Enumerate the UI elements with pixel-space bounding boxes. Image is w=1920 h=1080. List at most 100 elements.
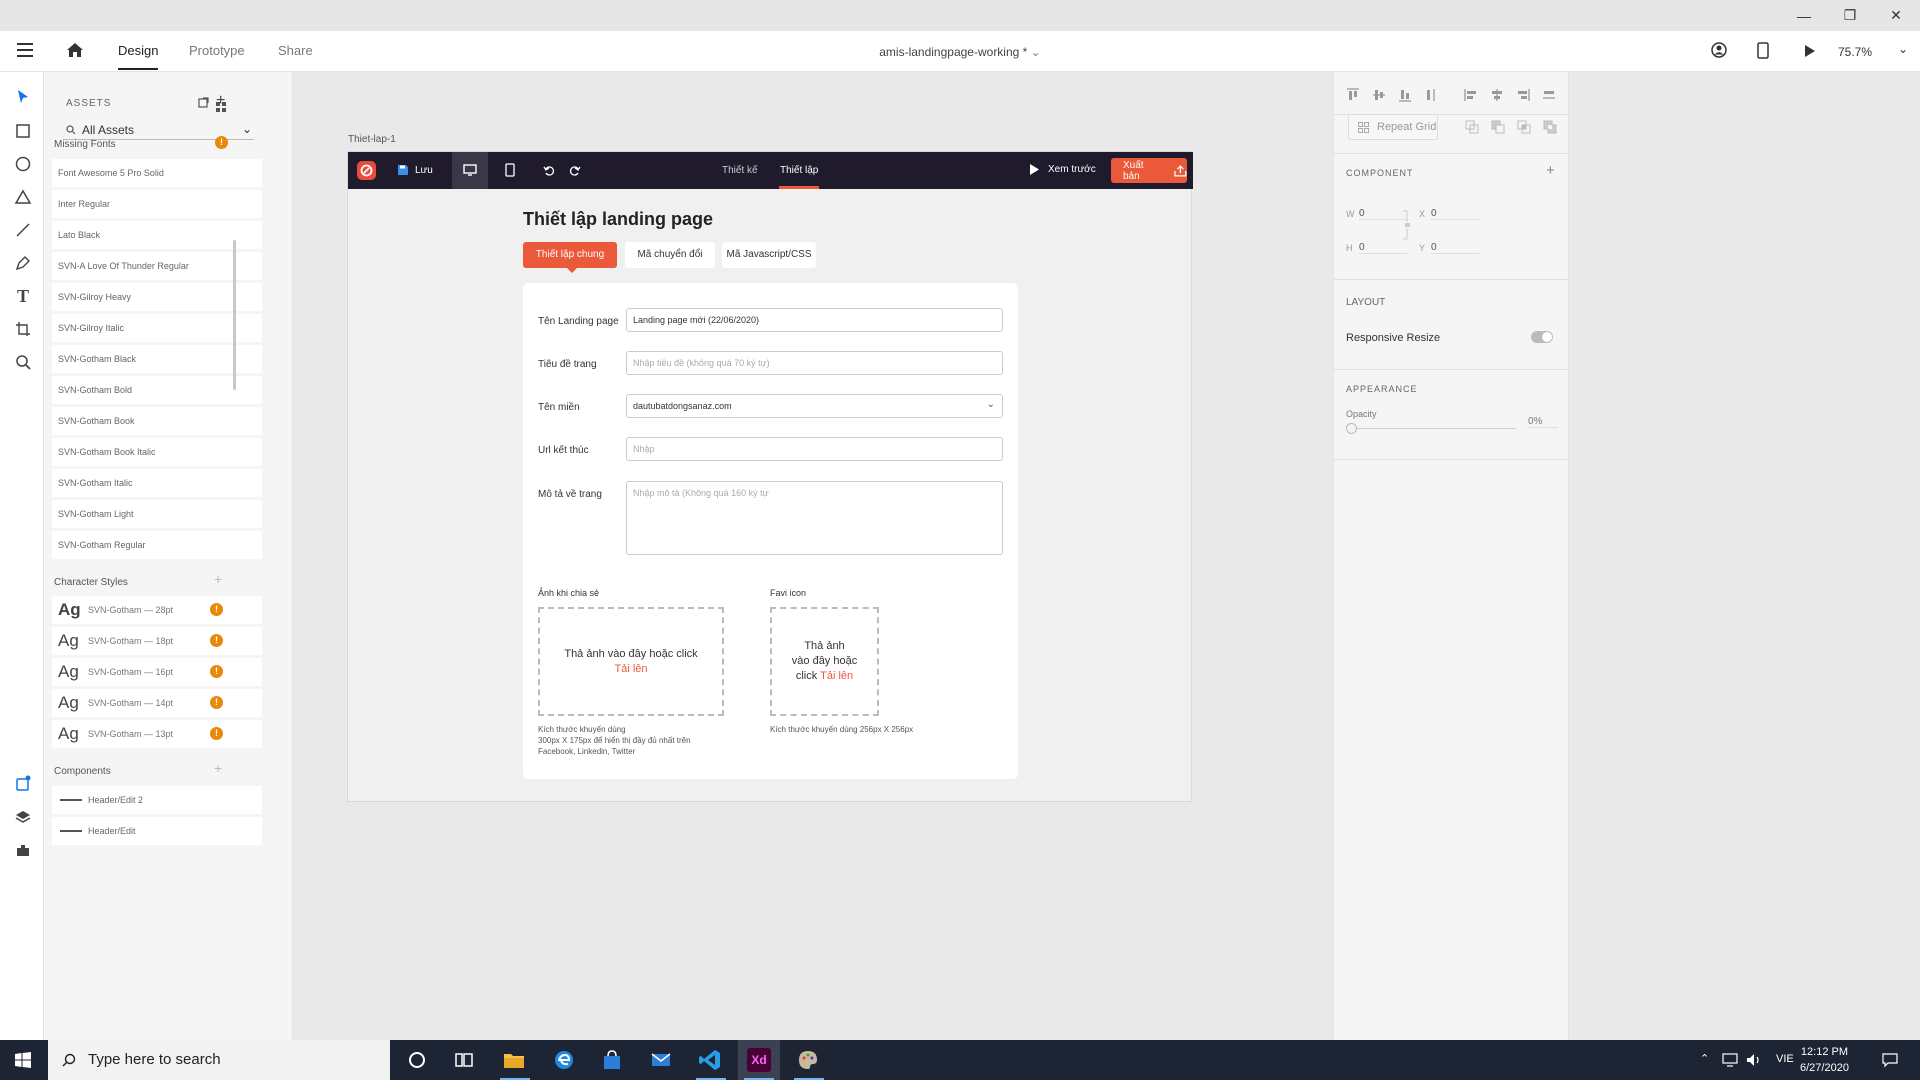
volume-icon[interactable] bbox=[1746, 1053, 1762, 1067]
chevron-down-icon[interactable]: ⌄ bbox=[1031, 45, 1041, 59]
mobile-preview-icon[interactable] bbox=[1757, 42, 1769, 59]
task-view-icon[interactable] bbox=[452, 1048, 476, 1072]
repeat-grid-button[interactable]: Repeat Grid bbox=[1348, 114, 1438, 140]
font-item[interactable]: SVN-Gotham Book Italic bbox=[52, 438, 262, 466]
mobile-view-icon[interactable] bbox=[505, 163, 515, 177]
home-icon[interactable] bbox=[66, 42, 84, 58]
opacity-slider-handle[interactable] bbox=[1346, 423, 1357, 434]
page-title-input[interactable]: Nhập tiêu đề (không quá 70 ký tự) bbox=[626, 351, 1003, 375]
font-item[interactable]: SVN-A Love Of Thunder Regular bbox=[52, 252, 262, 280]
edge-icon[interactable] bbox=[552, 1048, 576, 1072]
font-item[interactable]: SVN-Gotham Book bbox=[52, 407, 262, 435]
adobe-xd-taskbar-item[interactable]: Xd bbox=[738, 1040, 780, 1080]
align-bottom-icon[interactable] bbox=[1398, 88, 1412, 102]
user-icon[interactable] bbox=[1711, 42, 1727, 58]
store-icon[interactable] bbox=[600, 1048, 624, 1072]
windows-start-icon[interactable] bbox=[15, 1052, 31, 1068]
boolean-intersect-icon[interactable] bbox=[1517, 120, 1531, 134]
character-style-item[interactable]: Ag SVN-Gotham — 14pt ! bbox=[52, 689, 262, 717]
play-icon[interactable] bbox=[1804, 44, 1816, 58]
plugins-panel-icon[interactable] bbox=[14, 841, 32, 859]
network-icon[interactable] bbox=[1722, 1053, 1738, 1067]
height-input[interactable]: 0 bbox=[1359, 242, 1407, 254]
zoom-chevron-icon[interactable]: ⌄ bbox=[1898, 42, 1908, 56]
opacity-input[interactable]: 0% bbox=[1528, 416, 1558, 428]
font-item[interactable]: SVN-Gotham Italic bbox=[52, 469, 262, 497]
font-item[interactable]: SVN-Gotham Light bbox=[52, 500, 262, 528]
polygon-tool-icon[interactable] bbox=[14, 188, 32, 206]
font-item[interactable]: SVN-Gilroy Heavy bbox=[52, 283, 262, 311]
assets-scrollbar[interactable] bbox=[233, 240, 236, 390]
desktop-view-button[interactable] bbox=[452, 152, 488, 189]
paint-icon[interactable] bbox=[796, 1048, 820, 1072]
font-item[interactable]: SVN-Gotham Regular bbox=[52, 531, 262, 559]
landing-name-input[interactable]: Landing page mới (22/06/2020) bbox=[626, 308, 1003, 332]
width-input[interactable]: 0 bbox=[1359, 208, 1407, 220]
font-item[interactable]: Lato Black bbox=[52, 221, 262, 249]
open-library-icon[interactable] bbox=[198, 97, 209, 108]
document-title-text[interactable]: amis-landingpage-working * bbox=[879, 45, 1027, 59]
close-button[interactable]: ✕ bbox=[1873, 0, 1919, 31]
character-style-item[interactable]: Ag SVN-Gotham — 28pt ! bbox=[52, 596, 262, 624]
tab-javascript-css[interactable]: Mã Javascript/CSS bbox=[722, 242, 816, 268]
domain-select[interactable]: dautubatdongsanaz.com ⌄ bbox=[626, 394, 1003, 418]
upload-link[interactable]: Tải lên bbox=[614, 662, 647, 677]
restore-button[interactable]: ❐ bbox=[1827, 0, 1873, 31]
description-textarea[interactable]: Nhập mô tả (Không quá 160 ký tự bbox=[626, 481, 1003, 555]
line-tool-icon[interactable] bbox=[14, 221, 32, 239]
layers-panel-icon[interactable] bbox=[14, 808, 32, 826]
align-middle-icon[interactable] bbox=[1372, 88, 1386, 102]
ellipse-tool-icon[interactable] bbox=[14, 155, 32, 173]
font-item[interactable]: SVN-Gotham Black bbox=[52, 345, 262, 373]
font-item[interactable]: Inter Regular bbox=[52, 190, 262, 218]
y-input[interactable]: 0 bbox=[1431, 242, 1479, 254]
character-style-item[interactable]: Ag SVN-Gotham — 16pt ! bbox=[52, 658, 262, 686]
tab-conversion-code[interactable]: Mã chuyển đổi bbox=[625, 242, 715, 268]
publish-button[interactable]: Xuất bản bbox=[1111, 158, 1187, 183]
responsive-resize-toggle[interactable] bbox=[1531, 331, 1553, 343]
taskbar-search[interactable]: Type here to search bbox=[48, 1040, 390, 1080]
character-style-item[interactable]: Ag SVN-Gotham — 18pt ! bbox=[52, 627, 262, 655]
input-language[interactable]: VIE bbox=[1776, 1053, 1794, 1065]
component-item[interactable]: Header/Edit bbox=[52, 817, 262, 845]
opacity-slider[interactable] bbox=[1348, 428, 1516, 429]
text-tool-icon[interactable]: T bbox=[14, 286, 32, 306]
assets-panel-icon[interactable] bbox=[14, 775, 32, 793]
share-image-dropzone[interactable]: Thả ảnh vào đây hoặc click Tải lên bbox=[538, 607, 724, 716]
tab-design[interactable]: Design bbox=[118, 43, 159, 70]
tab-thiet-lap[interactable]: Thiết lập bbox=[778, 165, 820, 189]
tab-thiet-ke[interactable]: Thiết kế bbox=[722, 165, 758, 176]
boolean-exclude-icon[interactable] bbox=[1543, 120, 1557, 134]
artboard-label[interactable]: Thiet-lap-1 bbox=[348, 134, 396, 145]
minimize-button[interactable]: — bbox=[1781, 0, 1827, 31]
x-input[interactable]: 0 bbox=[1431, 208, 1479, 220]
mail-icon[interactable] bbox=[649, 1048, 673, 1072]
redo-icon[interactable] bbox=[568, 164, 581, 177]
menu-icon[interactable] bbox=[17, 43, 33, 61]
add-component-icon[interactable]: + bbox=[214, 760, 222, 776]
pen-tool-icon[interactable] bbox=[14, 254, 32, 272]
align-top-icon[interactable] bbox=[1346, 88, 1360, 102]
preview-button[interactable]: Xem trước bbox=[1029, 163, 1096, 176]
distribute-horizontal-icon[interactable] bbox=[1542, 88, 1556, 102]
undo-icon[interactable] bbox=[543, 164, 556, 177]
add-component-icon[interactable]: + bbox=[1546, 162, 1555, 179]
action-center-icon[interactable] bbox=[1882, 1052, 1898, 1068]
boolean-subtract-icon[interactable] bbox=[1491, 120, 1505, 134]
tab-share[interactable]: Share bbox=[278, 43, 313, 58]
tab-general-settings[interactable]: Thiết lập chung bbox=[523, 242, 617, 273]
add-character-style-icon[interactable]: + bbox=[214, 571, 222, 587]
save-button[interactable]: Lưu bbox=[397, 164, 433, 176]
component-item[interactable]: Header/Edit 2 bbox=[52, 786, 262, 814]
artboard-tool-icon[interactable] bbox=[14, 320, 32, 338]
align-left-icon[interactable] bbox=[1464, 88, 1478, 102]
zoom-tool-icon[interactable] bbox=[14, 353, 32, 371]
tray-chevron-icon[interactable]: ⌃ bbox=[1700, 1052, 1709, 1065]
rectangle-tool-icon[interactable] bbox=[14, 122, 32, 140]
artboard[interactable]: Lưu Thiết kế Thiết lập Xem trước Xuất bả… bbox=[347, 151, 1193, 802]
font-item[interactable]: SVN-Gotham Bold bbox=[52, 376, 262, 404]
select-tool-icon[interactable] bbox=[14, 88, 32, 106]
character-style-item[interactable]: Ag SVN-Gotham — 13pt ! bbox=[52, 720, 262, 748]
lock-aspect-icon[interactable] bbox=[1403, 210, 1411, 240]
font-item[interactable]: Font Awesome 5 Pro Solid bbox=[52, 159, 262, 187]
